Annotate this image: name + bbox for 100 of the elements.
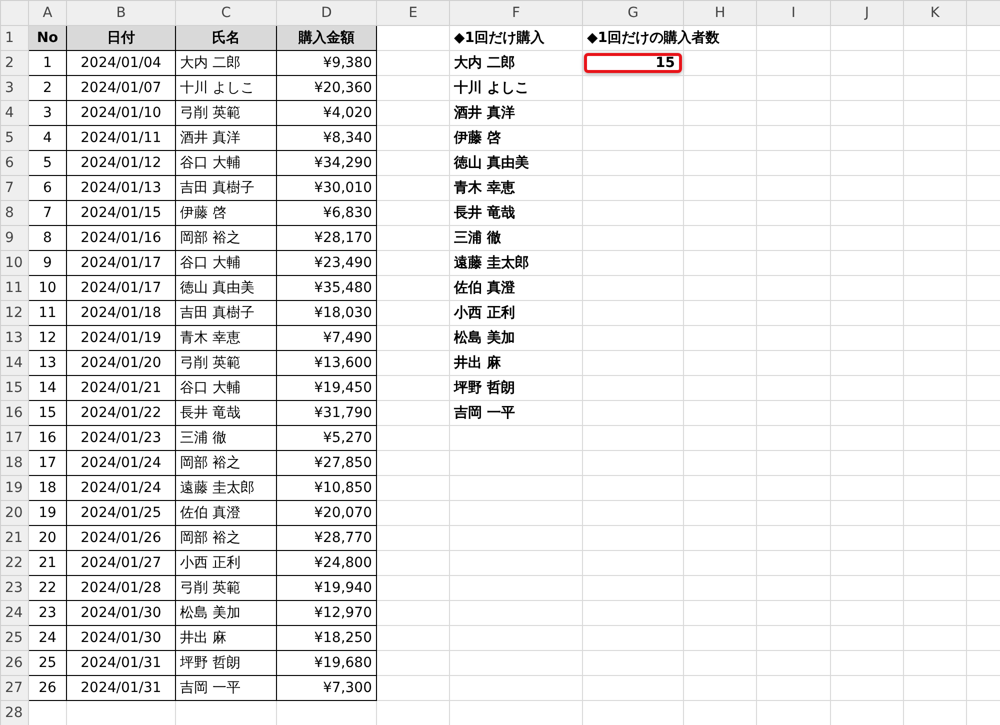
table-cell: 岡部 裕之 bbox=[176, 450, 276, 476]
table-cell: 青木 幸恵 bbox=[450, 176, 582, 200]
highlighted-cell: 15 bbox=[584, 53, 682, 73]
row-number[interactable]: 22 bbox=[0, 550, 28, 576]
table-cell: 16 bbox=[28, 426, 66, 450]
row-number[interactable]: 26 bbox=[0, 650, 28, 676]
table-cell: ¥18,250 bbox=[276, 626, 376, 650]
row-number[interactable]: 2 bbox=[0, 50, 28, 76]
row-number[interactable]: 9 bbox=[0, 226, 28, 250]
list-heading: ◆1回だけ購入 bbox=[450, 26, 582, 50]
row-number[interactable]: 10 bbox=[0, 250, 28, 276]
row-number[interactable]: 13 bbox=[0, 326, 28, 350]
table-cell: 8 bbox=[28, 226, 66, 250]
table-cell: 21 bbox=[28, 550, 66, 576]
table-cell: 井出 麻 bbox=[450, 350, 582, 376]
row-number[interactable]: 11 bbox=[0, 276, 28, 300]
table-cell: 4 bbox=[28, 126, 66, 150]
column-header[interactable]: I bbox=[756, 0, 830, 26]
table-cell: ¥12,970 bbox=[276, 600, 376, 626]
column-heading: 日付 bbox=[66, 26, 176, 50]
table-cell: ¥18,030 bbox=[276, 300, 376, 326]
column-heading: No bbox=[28, 26, 66, 50]
table-cell: ¥6,830 bbox=[276, 200, 376, 226]
column-header[interactable]: D bbox=[276, 0, 376, 26]
table-cell: ¥9,380 bbox=[276, 50, 376, 76]
column-header[interactable]: G bbox=[582, 0, 684, 26]
row-number[interactable]: 23 bbox=[0, 576, 28, 600]
table-cell: 吉岡 一平 bbox=[450, 400, 582, 426]
table-cell: ¥23,490 bbox=[276, 250, 376, 276]
table-cell: 2024/01/18 bbox=[66, 300, 176, 326]
table-cell: 26 bbox=[28, 676, 66, 700]
table-cell: 三浦 徹 bbox=[176, 426, 276, 450]
row-number[interactable]: 15 bbox=[0, 376, 28, 400]
table-cell: 14 bbox=[28, 376, 66, 400]
column-header[interactable]: K bbox=[904, 0, 966, 26]
row-number[interactable]: 8 bbox=[0, 200, 28, 226]
table-cell: ¥28,170 bbox=[276, 226, 376, 250]
table-cell: 岡部 裕之 bbox=[176, 526, 276, 550]
row-number[interactable]: 20 bbox=[0, 500, 28, 526]
column-header[interactable]: B bbox=[66, 0, 176, 26]
table-cell: 2024/01/19 bbox=[66, 326, 176, 350]
table-cell: 小西 正利 bbox=[176, 550, 276, 576]
column-header[interactable]: H bbox=[684, 0, 756, 26]
table-cell: 24 bbox=[28, 626, 66, 650]
table-cell: 18 bbox=[28, 476, 66, 500]
table-cell: ¥20,360 bbox=[276, 76, 376, 100]
table-cell: 2024/01/22 bbox=[66, 400, 176, 426]
row-number[interactable]: 4 bbox=[0, 100, 28, 126]
row-number[interactable]: 25 bbox=[0, 626, 28, 650]
table-cell: 2024/01/04 bbox=[66, 50, 176, 76]
column-header[interactable]: A bbox=[28, 0, 66, 26]
table-cell: 6 bbox=[28, 176, 66, 200]
table-cell: ¥8,340 bbox=[276, 126, 376, 150]
row-number[interactable]: 17 bbox=[0, 426, 28, 450]
table-cell: 谷口 大輔 bbox=[176, 250, 276, 276]
table-cell: 2024/01/30 bbox=[66, 626, 176, 650]
row-number[interactable]: 7 bbox=[0, 176, 28, 200]
table-cell: 11 bbox=[28, 300, 66, 326]
table-cell: 三浦 徹 bbox=[450, 226, 582, 250]
column-header[interactable]: E bbox=[376, 0, 450, 26]
table-cell: 吉岡 一平 bbox=[176, 676, 276, 700]
table-cell: 弓削 英範 bbox=[176, 576, 276, 600]
table-cell: 12 bbox=[28, 326, 66, 350]
row-number[interactable]: 1 bbox=[0, 26, 28, 50]
row-number[interactable]: 27 bbox=[0, 676, 28, 700]
table-cell: ¥24,800 bbox=[276, 550, 376, 576]
table-cell: 2024/01/23 bbox=[66, 426, 176, 450]
table-cell: 7 bbox=[28, 200, 66, 226]
row-number[interactable]: 21 bbox=[0, 526, 28, 550]
table-cell: ¥7,300 bbox=[276, 676, 376, 700]
table-cell: 坪野 哲朗 bbox=[450, 376, 582, 400]
row-number[interactable]: 28 bbox=[0, 700, 28, 725]
row-number[interactable]: 6 bbox=[0, 150, 28, 176]
table-cell: 長井 竜哉 bbox=[176, 400, 276, 426]
row-number[interactable]: 12 bbox=[0, 300, 28, 326]
column-header[interactable]: F bbox=[450, 0, 582, 26]
row-number[interactable]: 19 bbox=[0, 476, 28, 500]
table-cell: 13 bbox=[28, 350, 66, 376]
table-cell: ¥19,940 bbox=[276, 576, 376, 600]
column-header[interactable]: J bbox=[830, 0, 904, 26]
table-cell: 吉田 真樹子 bbox=[176, 300, 276, 326]
table-cell: 弓削 英範 bbox=[176, 100, 276, 126]
row-number[interactable]: 14 bbox=[0, 350, 28, 376]
table-cell: 遠藤 圭太郎 bbox=[176, 476, 276, 500]
table-cell: 2024/01/12 bbox=[66, 150, 176, 176]
table-cell: 大内 二郎 bbox=[450, 50, 582, 76]
row-number[interactable]: 5 bbox=[0, 126, 28, 150]
table-cell: 2024/01/17 bbox=[66, 250, 176, 276]
table-cell: ¥34,290 bbox=[276, 150, 376, 176]
table-cell: 2024/01/21 bbox=[66, 376, 176, 400]
column-header[interactable]: C bbox=[176, 0, 276, 26]
row-number[interactable]: 18 bbox=[0, 450, 28, 476]
table-cell: 井出 麻 bbox=[176, 626, 276, 650]
table-cell: ¥35,480 bbox=[276, 276, 376, 300]
row-number[interactable]: 24 bbox=[0, 600, 28, 626]
row-number[interactable]: 16 bbox=[0, 400, 28, 426]
column-heading: 氏名 bbox=[176, 26, 276, 50]
table-cell: 5 bbox=[28, 150, 66, 176]
table-cell: 2024/01/13 bbox=[66, 176, 176, 200]
row-number[interactable]: 3 bbox=[0, 76, 28, 100]
